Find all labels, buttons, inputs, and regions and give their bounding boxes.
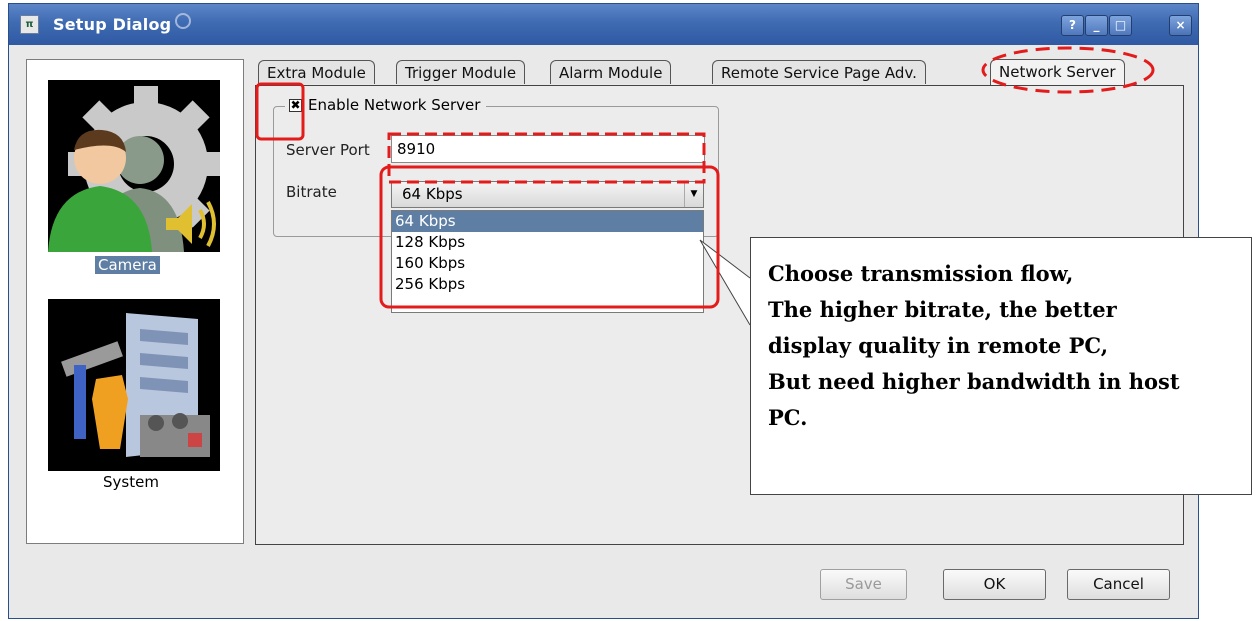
annotation-ellipse-tab: [981, 46, 1155, 94]
annotation-overlay: [255, 46, 1155, 326]
annotation-box-checkbox: [255, 82, 305, 141]
callout-pointer: [699, 239, 751, 326]
annotation-box-bitrate: [379, 165, 720, 309]
annotation-dashed-port: [387, 132, 706, 184]
